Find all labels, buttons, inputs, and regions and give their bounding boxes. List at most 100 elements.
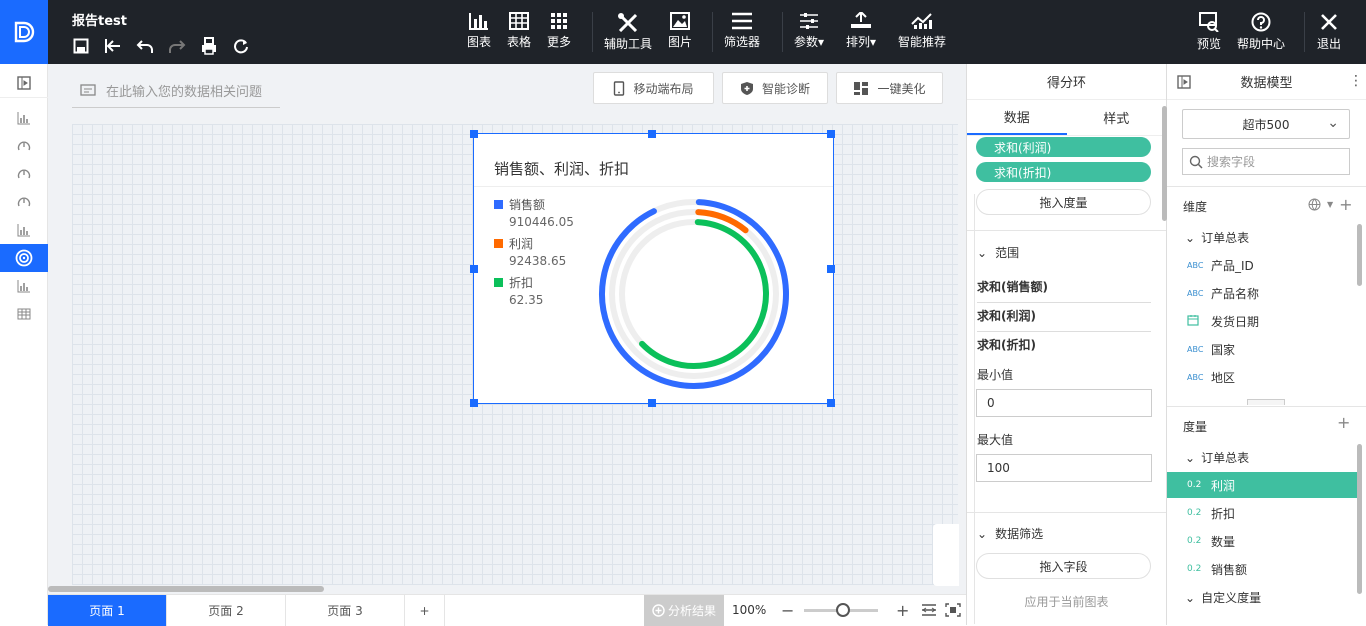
resize-grip[interactable] xyxy=(1247,399,1285,405)
tab-data[interactable]: 数据 xyxy=(967,100,1067,135)
measure-header: 度量 xyxy=(1183,420,1208,434)
canvas-horizontal-scrollbar[interactable] xyxy=(48,586,324,592)
component-gauge[interactable] xyxy=(0,132,48,160)
component-bar-chart-3[interactable] xyxy=(0,272,48,300)
legend-item-sales: 销售额 910446.05 xyxy=(494,196,574,229)
component-gauge-3[interactable] xyxy=(0,188,48,216)
measure-item[interactable]: 0.2 数量 xyxy=(1167,528,1359,554)
resize-handle[interactable] xyxy=(470,265,478,273)
dimension-group[interactable]: ⌄ 订单总表 xyxy=(1185,229,1249,246)
question-input[interactable]: 在此输入您的数据相关问题 xyxy=(72,74,280,108)
drop-measure-zone[interactable]: 拖入度量 xyxy=(976,189,1151,215)
sort-button[interactable]: 排列▾ xyxy=(846,12,876,50)
collapse-panel-button[interactable] xyxy=(0,68,48,98)
refresh-icon[interactable] xyxy=(230,36,252,56)
table-icon xyxy=(17,308,31,320)
range-field-sales[interactable]: 求和(销售额) xyxy=(977,278,1151,303)
ring-arc-2[interactable] xyxy=(639,219,769,369)
component-bar-chart[interactable] xyxy=(0,104,48,132)
dimension-item[interactable]: ABC 产品名称 xyxy=(1167,280,1359,306)
aux-tool-button[interactable]: 辅助工具 xyxy=(604,12,652,52)
help-center-button[interactable]: 帮助中心 xyxy=(1237,12,1285,52)
measure-scrollbar[interactable] xyxy=(1357,444,1362,594)
resize-handle[interactable] xyxy=(827,130,835,138)
globe-dropdown-icon[interactable]: ▼ xyxy=(1327,200,1333,209)
analysis-result-button[interactable]: 分析结果 xyxy=(644,595,724,626)
undo-icon[interactable] xyxy=(134,36,156,56)
measure-item[interactable]: 0.2 销售额 xyxy=(1167,556,1359,582)
component-bar-chart-2[interactable] xyxy=(0,216,48,244)
dataset-select[interactable]: 超市500 ⌄ xyxy=(1182,109,1350,139)
range-field-discount[interactable]: 求和(折扣) xyxy=(977,336,1151,360)
chevron-down-icon: ⌄ xyxy=(977,526,988,541)
zoom-out-button[interactable]: − xyxy=(781,601,794,620)
legend-swatch xyxy=(494,278,503,287)
max-value-input[interactable]: 100 xyxy=(976,454,1152,482)
range-section-header[interactable]: ⌄ 范围 xyxy=(977,244,1019,261)
fit-width-icon[interactable] xyxy=(921,603,937,620)
apply-current-chart-link[interactable]: 应用于当前图表 xyxy=(967,593,1166,610)
dimension-item[interactable]: ABC 产品_ID xyxy=(1167,252,1359,278)
mobile-layout-button[interactable]: 移动端布局 xyxy=(593,72,714,104)
ring-arc-0[interactable] xyxy=(599,199,789,389)
param-button[interactable]: 参数▾ xyxy=(794,12,824,50)
drop-field-zone[interactable]: 拖入字段 xyxy=(976,553,1151,579)
exit-button[interactable]: 退出 xyxy=(1317,12,1341,52)
page-tab-1[interactable]: 页面 1 xyxy=(48,595,167,626)
resize-handle[interactable] xyxy=(827,399,835,407)
bar-chart-icon xyxy=(17,224,30,237)
range-field-profit[interactable]: 求和(利润) xyxy=(977,307,1151,332)
image-button[interactable]: 图片 xyxy=(668,12,692,50)
field-search-input[interactable]: 搜索字段 xyxy=(1182,148,1350,175)
zoom-slider-knob[interactable] xyxy=(836,603,850,617)
save-icon[interactable] xyxy=(70,36,92,56)
globe-icon[interactable] xyxy=(1308,198,1321,211)
resize-handle[interactable] xyxy=(470,130,478,138)
data-filter-section-header[interactable]: ⌄ 数据筛选 xyxy=(977,525,1043,542)
dimension-item[interactable]: ABC 地区 xyxy=(1167,364,1359,390)
print-icon[interactable] xyxy=(198,36,220,56)
page-tab-3[interactable]: 页面 3 xyxy=(286,595,405,626)
tab-style[interactable]: 样式 xyxy=(1067,100,1167,135)
zoom-slider[interactable] xyxy=(804,603,878,617)
component-score-ring[interactable] xyxy=(0,244,48,272)
one-click-beautify-button[interactable]: 一键美化 xyxy=(836,72,943,104)
min-value-input[interactable]: 0 xyxy=(976,389,1152,417)
measure-pill-profit[interactable]: 求和(利润) xyxy=(976,137,1151,157)
back-to-start-icon[interactable] xyxy=(102,36,124,56)
top-bar: 报告test 图表 表格 更多 辅助工具 图片 筛选器 参数▾ 排列▾ 智能推荐… xyxy=(0,0,1366,64)
measure-pill-discount[interactable]: 求和(折扣) xyxy=(976,162,1151,182)
zoom-in-button[interactable]: + xyxy=(896,601,909,620)
dimension-item[interactable]: 发货日期 xyxy=(1167,308,1359,334)
fit-screen-icon[interactable] xyxy=(945,603,961,620)
add-dimension-button[interactable]: + xyxy=(1339,195,1352,214)
component-table[interactable] xyxy=(0,300,48,328)
resize-handle[interactable] xyxy=(827,265,835,273)
table-button[interactable]: 表格 xyxy=(507,12,531,50)
component-gauge-2[interactable] xyxy=(0,160,48,188)
measure-group[interactable]: ⌄ 订单总表 xyxy=(1185,449,1249,466)
measure-item[interactable]: 0.2 利润 xyxy=(1167,472,1359,498)
redo-icon[interactable] xyxy=(166,36,188,56)
more-options-icon[interactable]: ⋮ xyxy=(1349,73,1363,89)
smart-recommend-button[interactable]: 智能推荐 xyxy=(898,12,946,50)
page-tab-2[interactable]: 页面 2 xyxy=(167,595,286,626)
side-tab[interactable] xyxy=(933,524,959,586)
add-page-button[interactable]: + xyxy=(405,595,445,626)
chart-button[interactable]: 图表 xyxy=(467,12,491,50)
filter-button[interactable]: 筛选器 xyxy=(724,12,760,50)
score-ring-widget[interactable]: 销售额、利润、折扣 销售额 910446.05 利润 92438.65 折扣 6… xyxy=(473,133,834,404)
dimension-item[interactable]: ABC 国家 xyxy=(1167,336,1359,362)
add-measure-button[interactable]: + xyxy=(1337,413,1350,432)
resize-handle[interactable] xyxy=(648,130,656,138)
more-button[interactable]: 更多 xyxy=(547,12,571,50)
resize-handle[interactable] xyxy=(648,399,656,407)
dimension-scrollbar[interactable] xyxy=(1357,224,1362,286)
app-logo[interactable] xyxy=(0,0,48,64)
resize-handle[interactable] xyxy=(470,399,478,407)
measure-item[interactable]: 0.2 折扣 xyxy=(1167,500,1359,526)
preview-button[interactable]: 预览 xyxy=(1197,12,1221,52)
custom-measure-group[interactable]: ⌄ 自定义度量 xyxy=(1185,589,1261,606)
smart-diagnose-button[interactable]: 智能诊断 xyxy=(722,72,828,104)
panel-toggle-icon[interactable] xyxy=(1177,75,1191,93)
